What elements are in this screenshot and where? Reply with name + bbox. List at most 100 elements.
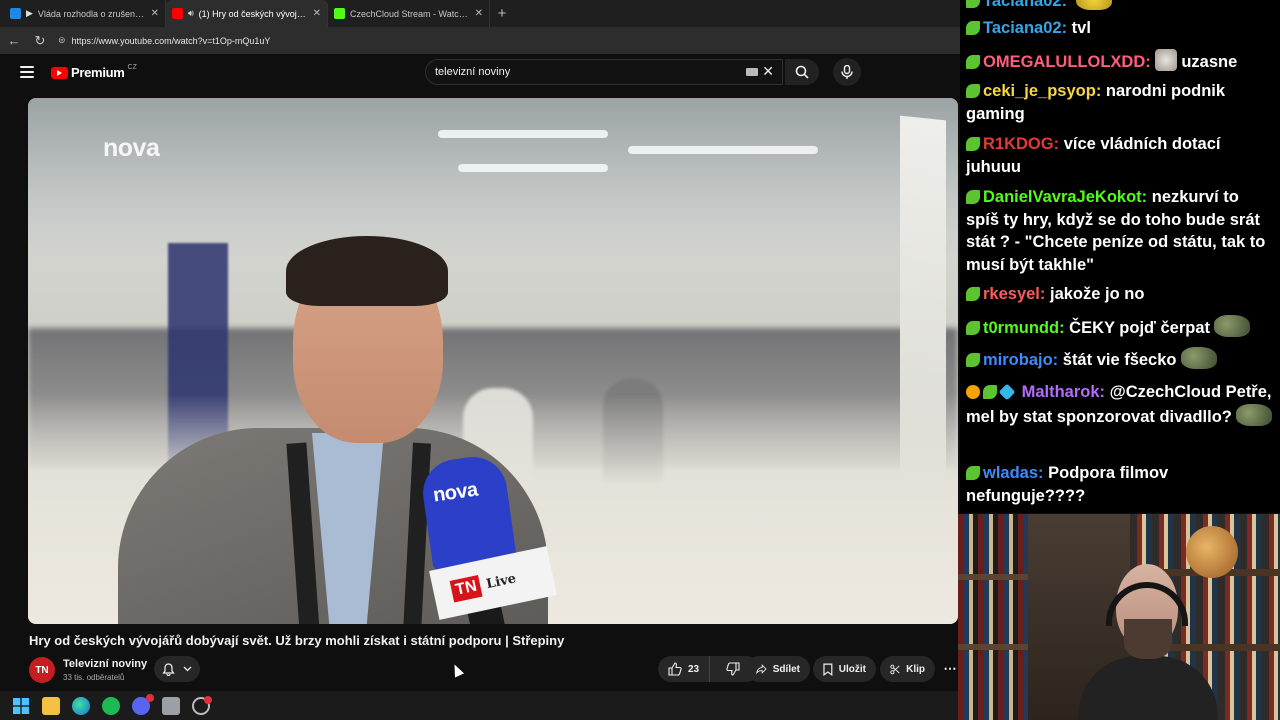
chat-message: OMEGALULLOLXDD: uzasne: [966, 49, 1272, 74]
speaker-icon[interactable]: 🔊︎: [188, 8, 194, 19]
chat-username[interactable]: t0rmundd:: [983, 319, 1065, 337]
youtube-play-icon: [51, 66, 68, 79]
chat-username[interactable]: OMEGALULLOLXDD:: [983, 53, 1151, 71]
streamer: [1078, 564, 1218, 720]
chat-message: t0rmundd: ČEKY pojď čerpat: [966, 315, 1272, 340]
like-button[interactable]: 23: [658, 656, 711, 682]
share-button[interactable]: Sdílet: [746, 656, 810, 682]
cat-emote-icon: [1154, 49, 1177, 71]
chat-message: ceki_je_psyop: narodni podnik gaming: [966, 80, 1272, 125]
chat-text: jakože jo no: [1049, 285, 1145, 303]
windows-start-icon[interactable]: [12, 697, 30, 715]
sub-badge-icon: [966, 190, 980, 204]
youtube-favicon-icon: [172, 8, 183, 19]
edge-browser-icon[interactable]: [72, 696, 90, 715]
new-tab-button[interactable]: +: [490, 0, 514, 27]
chat-username[interactable]: Taciana02:: [983, 19, 1067, 37]
sub-badge-icon: [966, 21, 980, 35]
share-arrow-icon: [756, 664, 767, 675]
search-value: televizní noviny: [435, 66, 511, 78]
video-title: Hry od českých vývojářů dobývají svět. U…: [29, 633, 565, 648]
microphone-icon: [841, 65, 853, 79]
site-info-icon[interactable]: ⊜: [58, 35, 66, 46]
emote-icon: [1075, 0, 1112, 10]
screen: ▶ Vláda rozhodla o zrušení Národ ✕ 🔊︎ (1…: [0, 0, 1280, 720]
spotify-icon[interactable]: [102, 696, 120, 715]
logo-text: Premium: [71, 65, 125, 80]
chat-username[interactable]: rkesyel:: [983, 285, 1045, 303]
browser-tab-2[interactable]: 🔊︎ (1) Hry od českých vývojářů d ✕: [166, 0, 328, 27]
channel-avatar[interactable]: TN: [29, 657, 55, 683]
url-field[interactable]: ⊜ https://www.youtube.com/watch?v=t1Op-m…: [58, 31, 938, 51]
subscriber-count: 33 tis. odběratelů: [63, 673, 125, 682]
file-explorer-icon[interactable]: [42, 696, 60, 715]
chat-message: mirobajo: štát vie fšecko: [966, 347, 1272, 372]
reload-icon[interactable]: ↻: [32, 33, 48, 49]
sub-badge-icon: [966, 353, 980, 367]
sub-badge-icon: [983, 385, 997, 399]
diamond-badge-icon: [998, 383, 1016, 401]
chat-username[interactable]: wladas:: [983, 464, 1044, 482]
tab-title: Vláda rozhodla o zrušení Národ: [37, 8, 146, 19]
calculator-icon[interactable]: [162, 696, 180, 715]
chat-username[interactable]: Taciana02:: [983, 0, 1067, 10]
thumbs-up-icon: [668, 662, 682, 676]
channel-row: TN Televizní noviny 33 tis. odběratelů 2…: [29, 655, 959, 685]
news-favicon-icon: [10, 8, 21, 19]
chat-username[interactable]: R1KDOG:: [983, 135, 1059, 153]
voice-search-button[interactable]: [833, 58, 861, 86]
gift-badge-icon: [966, 385, 980, 399]
search-button[interactable]: [785, 59, 819, 85]
subscribed-notifications-button[interactable]: [154, 656, 200, 682]
frog-emote-icon: [1180, 347, 1217, 369]
chat-message: DanielVavraJeKokot: nezkurví to spíš ty …: [966, 186, 1272, 276]
clip-button[interactable]: Klip: [880, 656, 935, 682]
keyboard-icon[interactable]: [746, 68, 758, 76]
streamer-webcam: [958, 514, 1280, 720]
clip-label: Klip: [906, 663, 925, 675]
chat-message: rkesyel: jakože jo no: [966, 283, 1272, 306]
sub-badge-icon: [966, 287, 980, 301]
chat-username[interactable]: DanielVavraJeKokot:: [983, 188, 1147, 206]
browser-tab-1[interactable]: ▶ Vláda rozhodla o zrušení Národ ✕: [4, 0, 166, 27]
save-label: Uložit: [838, 663, 866, 675]
menu-icon[interactable]: [20, 66, 34, 78]
bookshelf-left: [958, 514, 1028, 720]
chat-text: ČEKY pojď čerpat: [1069, 319, 1211, 337]
back-arrow-icon[interactable]: ←: [6, 33, 22, 49]
chat-text: štát vie fšecko: [1062, 351, 1177, 369]
channel-watermark: nova: [103, 134, 160, 162]
tn-label: TN: [449, 574, 483, 603]
play-indicator-icon: ▶: [26, 8, 33, 18]
channel-name[interactable]: Televizní noviny: [63, 658, 147, 670]
url-text: https://www.youtube.com/watch?v=t1Op-mQu…: [71, 35, 271, 46]
sub-badge-icon: [966, 55, 980, 69]
chat-message: R1KDOG: více vládních dotací juhuuu: [966, 133, 1272, 178]
sub-badge-icon: [966, 0, 980, 8]
mic-brand-label: nova: [431, 478, 480, 507]
address-bar: ← ↻ ⊜ https://www.youtube.com/watch?v=t1…: [0, 27, 960, 54]
youtube-logo[interactable]: Premium CZ: [51, 64, 137, 80]
kick-favicon-icon: [334, 8, 345, 19]
chevron-down-icon: [183, 666, 192, 672]
frog-emote-icon: [1235, 403, 1272, 426]
search-icon: [795, 65, 809, 79]
chat-username[interactable]: ceki_je_psyop:: [983, 82, 1101, 100]
browser-tab-bar: ▶ Vláda rozhodla o zrušení Národ ✕ 🔊︎ (1…: [0, 0, 960, 27]
discord-icon[interactable]: [132, 693, 154, 715]
live-label: Live: [484, 570, 518, 592]
chat-username[interactable]: mirobajo:: [983, 351, 1058, 369]
chat-username[interactable]: Maltharok:: [1022, 383, 1105, 401]
sub-badge-icon: [966, 321, 980, 335]
chat-message: wladas: Podpora filmov nefunguje????: [966, 462, 1272, 507]
close-tab-icon[interactable]: ✕: [151, 8, 159, 19]
like-count: 23: [688, 663, 700, 675]
video-player[interactable]: nova TN Live nova: [28, 98, 958, 624]
close-tab-icon[interactable]: ✕: [313, 8, 321, 19]
clear-search-icon[interactable]: ✕: [762, 63, 774, 80]
browser-tab-3[interactable]: CzechCloud Stream - Watch Live o ✕: [328, 0, 490, 27]
close-tab-icon[interactable]: ✕: [475, 8, 483, 19]
obs-icon[interactable]: [192, 695, 212, 715]
search-input[interactable]: televizní noviny ✕: [425, 59, 783, 85]
save-button[interactable]: Uložit: [813, 656, 876, 682]
